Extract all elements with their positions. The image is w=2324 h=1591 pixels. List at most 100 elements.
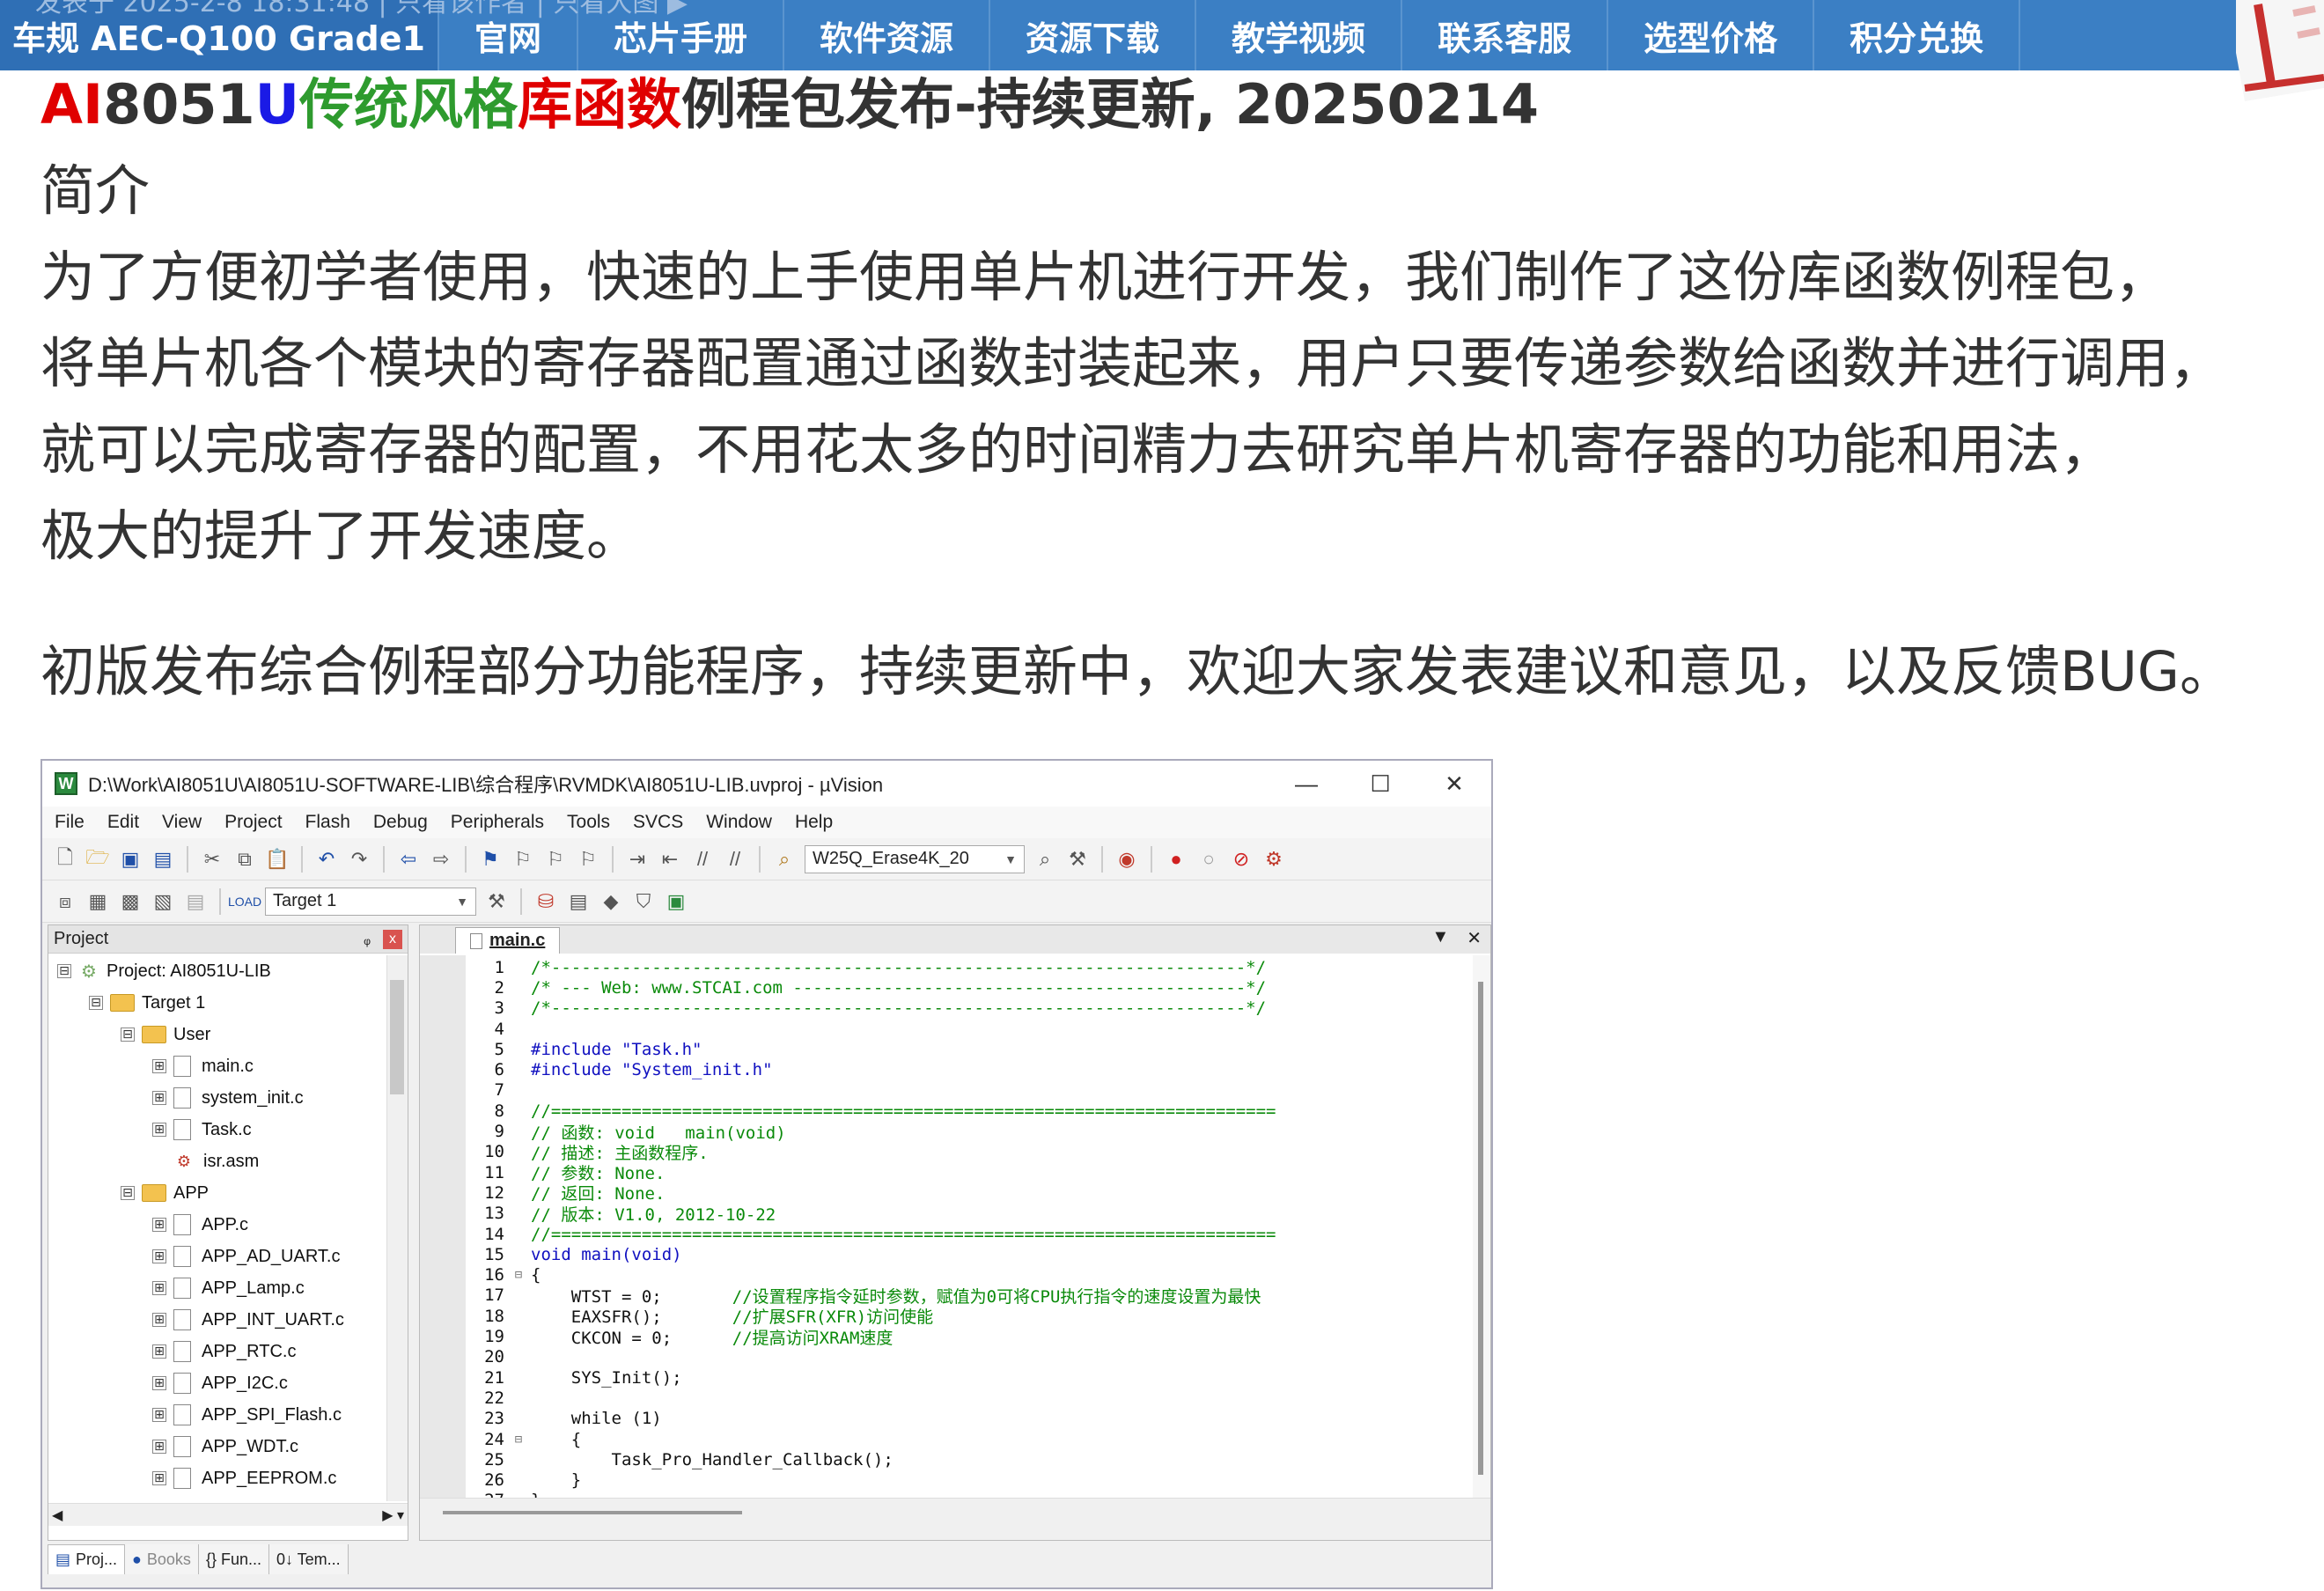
close-icon[interactable]: ✕: [1417, 761, 1491, 807]
code-line[interactable]: 27}: [420, 1491, 1473, 1498]
nav-selection-price[interactable]: 选型价格: [1608, 0, 1815, 70]
code-line[interactable]: 16 ⊟{: [420, 1265, 1473, 1285]
tree-node-file[interactable]: ⊞ APP_I2C.c: [48, 1367, 386, 1399]
project-horizontal-scrollbar[interactable]: ◀ ▶ ▾: [48, 1503, 408, 1526]
tab-templates[interactable]: 0↓ Tem...: [268, 1544, 349, 1574]
new-file-icon[interactable]: 🗋: [53, 846, 77, 872]
find-in-files-icon[interactable]: ⌕: [772, 847, 797, 872]
expand-icon[interactable]: ⊞: [152, 1059, 166, 1073]
expand-icon[interactable]: ⊞: [152, 1344, 166, 1359]
menu-tools[interactable]: Tools: [567, 812, 610, 833]
pack-installer-icon[interactable]: ⛉: [631, 889, 656, 914]
tree-node-file[interactable]: ⊞ APP_EEPROM.c: [48, 1462, 386, 1494]
code-line[interactable]: 19 CKCON = 0; //提高访问XRAM速度: [420, 1326, 1473, 1348]
expand-icon[interactable]: ⊞: [152, 1123, 166, 1137]
editor-tab-main-c[interactable]: main.c: [455, 927, 561, 954]
code-line[interactable]: 14 //====================================…: [420, 1224, 1473, 1244]
code-editor[interactable]: 1 /*-------------------------------------…: [420, 955, 1473, 1498]
menu-debug[interactable]: Debug: [373, 812, 428, 833]
build-icon[interactable]: ▦: [85, 889, 110, 914]
code-line[interactable]: 25 Task_Pro_Handler_Callback();: [420, 1449, 1473, 1469]
code-line[interactable]: 1 /*-------------------------------------…: [420, 957, 1473, 977]
tree-node-file[interactable]: ⊞ APP_WDT.c: [48, 1431, 386, 1462]
uncomment-icon[interactable]: //: [723, 847, 747, 872]
redo-icon[interactable]: ↷: [347, 847, 371, 872]
menu-view[interactable]: View: [162, 812, 202, 833]
paste-icon[interactable]: 📋: [265, 847, 290, 872]
rte-icon[interactable]: ▣: [664, 889, 688, 914]
nav-forward-icon[interactable]: ⇨: [429, 847, 453, 872]
scrollbar-thumb[interactable]: [443, 1511, 742, 1514]
target-flash-combo[interactable]: W25Q_Erase4K_20 ▼: [805, 844, 1025, 873]
maximize-icon[interactable]: ☐: [1343, 761, 1417, 807]
code-line[interactable]: 8 //=====================================…: [420, 1101, 1473, 1121]
expand-icon[interactable]: ⊞: [152, 1471, 166, 1485]
tree-node-file[interactable]: ⊞ APP_Lamp.c: [48, 1272, 386, 1304]
tree-node-group-user[interactable]: ⊟ User: [48, 1019, 386, 1050]
save-all-icon[interactable]: ▤: [151, 847, 175, 872]
tree-node-file[interactable]: ⊞ APP_INT_UART.c: [48, 1304, 386, 1336]
tree-node-target[interactable]: ⊟ Target 1: [48, 987, 386, 1019]
translate-icon[interactable]: ⧈: [53, 889, 77, 914]
tree-node-file[interactable]: ⊞ system_init.c: [48, 1082, 386, 1114]
expand-icon[interactable]: ⊞: [152, 1281, 166, 1295]
copy-icon[interactable]: ⧉: [232, 847, 257, 872]
bookmark-next-icon[interactable]: ⚐: [543, 847, 568, 872]
nav-back-icon[interactable]: ⇦: [396, 847, 421, 872]
scroll-right-icon[interactable]: ▶ ▾: [382, 1506, 404, 1524]
editor-vertical-scrollbar[interactable]: [1473, 955, 1490, 1498]
code-line[interactable]: 4: [420, 1019, 1473, 1039]
save-icon[interactable]: ▣: [118, 847, 143, 872]
pin-icon[interactable]: ᵩ: [364, 930, 371, 948]
comment-icon[interactable]: //: [690, 847, 715, 872]
nav-downloads[interactable]: 资源下载: [990, 0, 1197, 70]
code-line[interactable]: 18 EAXSFR(); //扩展SFR(XFR)访问使能: [420, 1306, 1473, 1328]
batch-build-icon[interactable]: ▧: [151, 889, 175, 914]
tab-list-dropdown-icon[interactable]: ▼: [1431, 927, 1449, 949]
code-line[interactable]: 10// 描述: 主函数程序.: [420, 1142, 1473, 1163]
manage-components-icon[interactable]: ⛁: [533, 889, 558, 914]
code-line[interactable]: 5 #include "Task.h": [420, 1039, 1473, 1059]
nav-points-exchange[interactable]: 积分兑换: [1814, 0, 2021, 70]
rebuild-icon[interactable]: ▩: [118, 889, 143, 914]
collapse-icon[interactable]: ⊟: [121, 1028, 135, 1042]
tab-books[interactable]: ● Books: [125, 1544, 199, 1574]
bookmark-clear-icon[interactable]: ⚐: [576, 847, 600, 872]
cut-icon[interactable]: ✂: [200, 847, 224, 872]
unindent-icon[interactable]: ⇤: [658, 847, 682, 872]
menu-window[interactable]: Window: [706, 812, 772, 833]
menu-peripherals[interactable]: Peripherals: [451, 812, 544, 833]
open-folder-icon[interactable]: 🗁: [85, 846, 110, 872]
breakpoint-icon[interactable]: ●: [1164, 847, 1188, 872]
tree-node-group-app[interactable]: ⊟ APP: [48, 1177, 386, 1209]
bookmark-icon[interactable]: ⚑: [478, 847, 503, 872]
breakpoint-kill-icon[interactable]: ⊘: [1229, 847, 1254, 872]
menu-file[interactable]: File: [55, 812, 85, 833]
menu-project[interactable]: Project: [224, 812, 282, 833]
code-line[interactable]: 23 while (1): [420, 1409, 1473, 1429]
collapse-icon[interactable]: ⊟: [121, 1186, 135, 1200]
find-icon[interactable]: ⌕: [1033, 847, 1057, 872]
code-line[interactable]: 15 void main(void): [420, 1244, 1473, 1264]
code-line[interactable]: 12// 返回: None.: [420, 1182, 1473, 1204]
scrollbar-thumb[interactable]: [1478, 982, 1483, 1475]
menu-edit[interactable]: Edit: [107, 812, 139, 833]
minimize-icon[interactable]: —: [1269, 761, 1343, 807]
expand-icon[interactable]: ⊞: [152, 1313, 166, 1327]
file-extensions-icon[interactable]: ▤: [566, 889, 591, 914]
tree-node-project[interactable]: ⊟ ⚙ Project: AI8051U-LIB: [48, 955, 386, 987]
fold-marker-icon[interactable]: ⊟: [508, 1433, 529, 1447]
target-select-combo[interactable]: Target 1 ▼: [265, 887, 476, 916]
nav-contact-support[interactable]: 联系客服: [1402, 0, 1609, 70]
select-packs-icon[interactable]: ◆: [599, 889, 623, 914]
scroll-left-icon[interactable]: ◀: [52, 1506, 63, 1524]
expand-icon[interactable]: ⊞: [152, 1440, 166, 1454]
menu-flash[interactable]: Flash: [305, 812, 350, 833]
close-icon[interactable]: ✕: [1467, 927, 1482, 949]
breakpoint-disable-icon[interactable]: ○: [1196, 847, 1221, 872]
target-options-icon[interactable]: ⚒: [484, 889, 509, 914]
nav-teaching-video[interactable]: 教学视频: [1196, 0, 1403, 70]
incremental-find-icon[interactable]: ⚒: [1065, 847, 1090, 872]
tree-node-file[interactable]: ⊞ APP_SPI_Flash.c: [48, 1399, 386, 1431]
download-icon[interactable]: LOAD: [228, 889, 261, 914]
